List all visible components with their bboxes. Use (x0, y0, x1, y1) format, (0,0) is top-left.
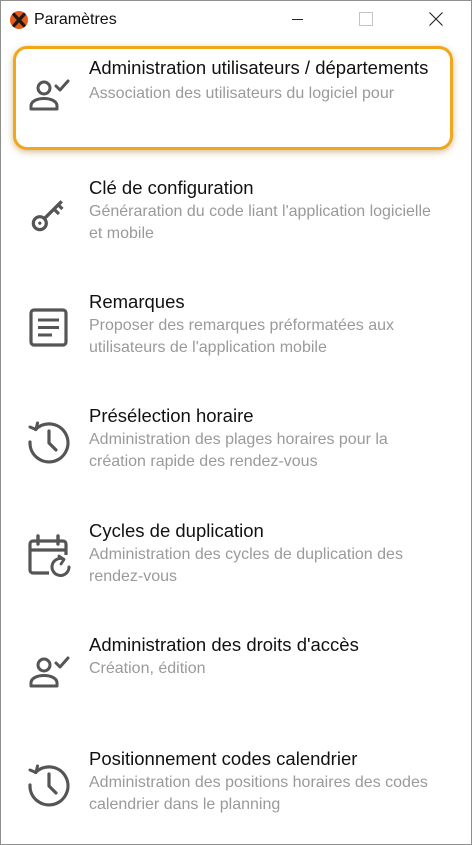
minimize-button[interactable] (275, 1, 321, 37)
title-bar[interactable]: Paramètres (1, 1, 471, 39)
user-check-icon (29, 656, 70, 688)
item-texts: Remarques Proposer des remarques préform… (89, 290, 447, 359)
item-texts: Présélection horaire Administration des … (89, 404, 447, 473)
item-texts: Administration utilisateurs / départemen… (89, 56, 444, 105)
item-title: Cycles de duplication (89, 520, 264, 541)
calendar-sync-icon (28, 534, 71, 577)
settings-item-time-preselection[interactable]: Présélection horaire Administration des … (13, 394, 453, 498)
close-icon (429, 12, 443, 26)
settings-item-calendar-codes-positioning[interactable]: Positionnement codes calendrier Administ… (13, 737, 453, 841)
settings-item-configuration-key[interactable]: Clé de configuration Généraration du cod… (13, 166, 453, 270)
clock-history-icon (28, 764, 70, 807)
item-description: Généraration du code liant l'application… (89, 203, 431, 242)
settings-item-access-rights[interactable]: Administration des droits d'accès Créati… (13, 623, 453, 727)
minimize-icon (292, 19, 303, 20)
item-title: Positionnement codes calendrier (89, 748, 358, 769)
maximize-button[interactable] (343, 1, 389, 37)
item-title: Clé de configuration (89, 177, 254, 198)
item-texts: Administration des droits d'accès Créati… (89, 633, 447, 680)
user-check-icon (29, 79, 70, 111)
settings-item-duplication-cycles[interactable]: Cycles de duplication Administration des… (13, 509, 453, 613)
window-title: Paramètres (34, 11, 117, 28)
item-title: Administration des droits d'accès (89, 634, 359, 655)
key-icon (31, 200, 64, 232)
item-title: Remarques (89, 291, 185, 312)
item-description: Administration des plages horaires pour … (89, 431, 388, 470)
notes-icon (29, 308, 68, 347)
settings-item-remarks[interactable]: Remarques Proposer des remarques préform… (13, 280, 453, 384)
settings-item-users-departments[interactable]: Administration utilisateurs / départemen… (13, 46, 453, 150)
close-button[interactable] (413, 1, 459, 37)
maximize-icon (359, 12, 373, 26)
settings-window: Paramètres Administration utilisateurs /… (0, 0, 472, 845)
item-description: Association des utilisateurs du logiciel… (89, 85, 395, 102)
item-description: Administration des positions horaires de… (89, 774, 428, 813)
item-texts: Clé de configuration Généraration du cod… (89, 176, 447, 245)
item-title: Administration utilisateurs / départemen… (89, 57, 429, 78)
app-logo-icon (10, 11, 28, 29)
item-description: Création, édition (89, 660, 206, 677)
item-title: Présélection horaire (89, 405, 254, 426)
clock-history-icon (28, 421, 70, 464)
item-texts: Positionnement codes calendrier Administ… (89, 747, 447, 816)
item-description: Administration des cycles de duplication… (89, 546, 403, 585)
item-description: Proposer des remarques préformatées aux … (89, 317, 395, 356)
item-texts: Cycles de duplication Administration des… (89, 519, 447, 588)
